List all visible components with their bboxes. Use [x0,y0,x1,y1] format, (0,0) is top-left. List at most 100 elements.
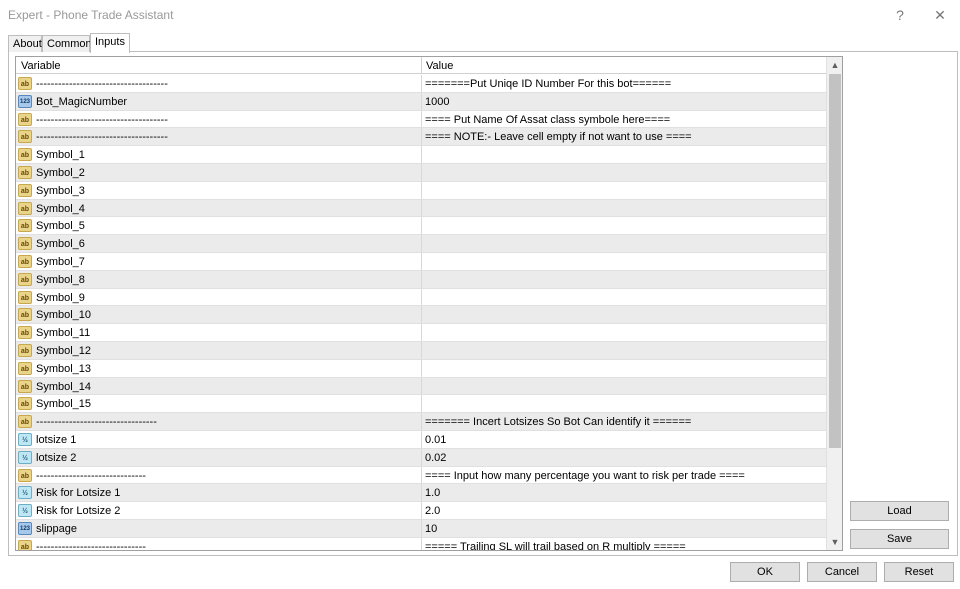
text-type-icon: ab [18,379,32,393]
table-row[interactable]: ab Symbol_15 [16,395,827,414]
row-variable: Risk for Lotsize 2 [36,505,121,518]
table-row[interactable]: ab ------------------------------------ ==… [16,75,827,93]
scroll-thumb[interactable] [829,74,841,448]
column-divider [421,270,422,288]
row-value[interactable]: 1000 [425,96,449,108]
inputs-grid[interactable]: Variable Value ab -----------------------… [15,56,843,551]
table-row[interactable]: ½ Risk for Lotsize 2 2.0 [16,502,827,520]
grid-header: Variable Value [16,57,826,74]
header-variable[interactable]: Variable [21,60,61,72]
row-variable: Bot_MagicNumber [36,95,128,108]
row-value[interactable]: ==== Input how many percentage you want … [425,470,745,482]
row-variable: Symbol_10 [36,309,92,322]
table-row[interactable]: ½ Risk for Lotsize 1 1.0 [16,484,827,503]
scroll-up-icon[interactable]: ▲ [827,57,842,73]
header-divider[interactable] [421,57,422,74]
tab-about[interactable]: About [8,35,42,52]
table-row[interactable]: ab Symbol_13 [16,359,827,378]
table-row[interactable]: ½ lotsize 2 0.02 [16,448,827,467]
help-icon[interactable]: ? [890,5,910,25]
text-type-icon: ab [18,183,32,197]
table-row[interactable]: 123 slippage 10 [16,519,827,538]
text-type-icon: ab [18,290,32,304]
table-row[interactable]: ab Symbol_14 [16,377,827,396]
table-row[interactable]: ab Symbol_2 [16,163,827,182]
header-value[interactable]: Value [426,60,453,72]
text-type-icon: ab [18,219,32,233]
row-value[interactable]: =======Put Uniqe ID Number For this bot=… [425,78,671,90]
table-row[interactable]: ab Symbol_6 [16,235,827,253]
row-variable: ------------------------------ [36,540,146,551]
vertical-scrollbar[interactable]: ▲ ▼ [826,57,842,550]
close-icon[interactable]: ✕ [930,5,950,25]
text-type-icon: ab [18,326,32,340]
table-row[interactable]: ab Symbol_7 [16,252,827,271]
row-variable: Symbol_15 [36,398,92,411]
table-row[interactable]: ab Symbol_5 [16,217,827,236]
integer-type-icon: 123 [18,94,32,108]
text-type-icon: ab [18,397,32,411]
table-row[interactable]: ½ lotsize 1 0.01 [16,430,827,449]
table-row[interactable]: ab Symbol_12 [16,341,827,360]
ok-button[interactable]: OK [730,562,800,582]
row-variable: Symbol_13 [36,362,92,375]
row-value[interactable]: ======= Incert Lotsizes So Bot Can ident… [425,416,691,428]
column-divider [421,448,422,466]
row-variable: Symbol_12 [36,344,92,357]
reset-button[interactable]: Reset [884,562,954,582]
row-value[interactable]: 0.02 [425,452,446,464]
table-row[interactable]: ab ------------------------------------ ==… [16,110,827,129]
text-type-icon: ab [18,539,32,550]
tab-inputs[interactable]: Inputs [90,33,130,53]
row-variable: Symbol_8 [36,273,85,286]
row-value[interactable]: ===== Trailing SL will trail based on R … [425,541,686,550]
table-row[interactable]: 123 Bot_MagicNumber 1000 [16,92,827,111]
table-row[interactable]: ab Symbol_1 [16,146,827,164]
table-row[interactable]: ab ------------------------------ ===== Tr… [16,537,827,551]
row-variable: Symbol_7 [36,255,85,268]
load-button[interactable]: Load [850,501,949,521]
row-variable: Symbol_4 [36,202,85,215]
table-row[interactable]: ab --------------------------------- =====… [16,413,827,431]
scroll-down-icon[interactable]: ▼ [827,534,842,550]
row-variable: slippage [36,522,77,535]
column-divider [421,235,422,252]
table-row[interactable]: ab Symbol_3 [16,181,827,200]
row-value[interactable]: 0.01 [425,434,446,446]
table-row[interactable]: ab Symbol_10 [16,306,827,325]
text-type-icon: ab [18,343,32,357]
row-variable: Symbol_9 [36,291,85,304]
table-row[interactable]: ab Symbol_11 [16,324,827,342]
column-divider [421,324,422,341]
row-value[interactable]: 2.0 [425,505,440,517]
text-type-icon: ab [18,77,32,90]
text-type-icon: ab [18,112,32,126]
table-row[interactable]: ab ------------------------------------ ==… [16,128,827,147]
row-variable: Symbol_5 [36,220,85,233]
row-value[interactable]: ==== Put Name Of Assat class symbole her… [425,114,670,126]
row-value[interactable]: ==== NOTE:- Leave cell empty if not want… [425,131,692,143]
save-button[interactable]: Save [850,529,949,549]
table-row[interactable]: ab Symbol_8 [16,270,827,289]
table-row[interactable]: ab ------------------------------ ==== Inp… [16,466,827,485]
double-type-icon: ½ [18,504,32,518]
row-variable: Symbol_11 [36,327,91,340]
double-type-icon: ½ [18,432,32,446]
text-type-icon: ab [18,468,32,482]
cancel-button[interactable]: Cancel [807,562,877,582]
column-divider [421,163,422,181]
column-divider [421,128,422,146]
table-row[interactable]: ab Symbol_4 [16,199,827,218]
column-divider [421,110,422,128]
table-row[interactable]: ab Symbol_9 [16,288,827,307]
row-value[interactable]: 1.0 [425,487,440,499]
tab-common[interactable]: Common [42,35,92,52]
column-divider [421,537,422,550]
column-divider [421,466,422,484]
row-variable: ------------------------------------ [36,113,168,126]
row-variable: Symbol_14 [36,380,92,393]
column-divider [421,377,422,395]
row-value[interactable]: 10 [425,523,437,535]
text-type-icon: ab [18,237,32,251]
column-divider [421,288,422,306]
